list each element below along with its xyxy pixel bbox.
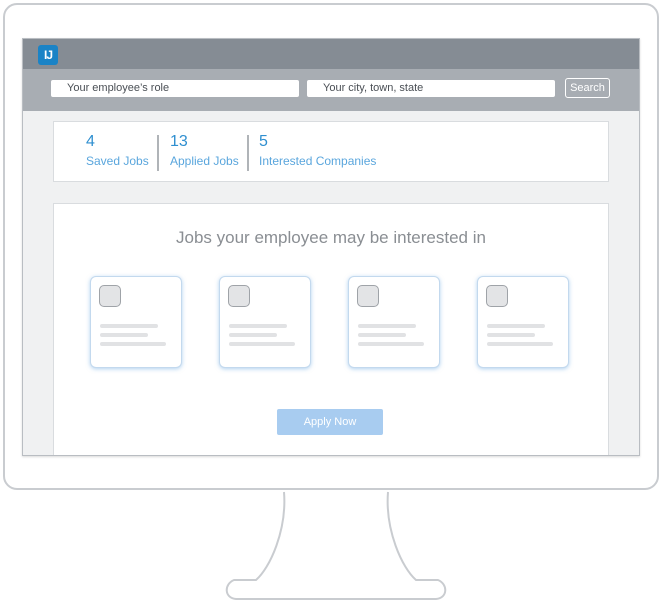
stat-value: 13 [170, 133, 188, 150]
stat-saved-jobs[interactable]: 4 Saved Jobs [86, 133, 149, 168]
placeholder-line [229, 342, 295, 346]
app-window: IJ Your employee’s role Your city, town,… [22, 38, 640, 456]
stats-panel: 4 Saved Jobs 13 Applied Jobs 5 Intereste… [53, 121, 609, 182]
job-card[interactable] [348, 276, 440, 368]
stat-divider [247, 135, 249, 171]
search-bar: Your employee’s role Your city, town, st… [23, 69, 639, 111]
placeholder-line [358, 333, 406, 337]
placeholder-line [100, 333, 148, 337]
placeholder-line [487, 342, 553, 346]
placeholder-line [229, 333, 277, 337]
apply-now-button[interactable]: Apply Now [277, 409, 383, 435]
placeholder-line [229, 324, 287, 328]
stat-label: Applied Jobs [170, 154, 239, 168]
company-thumb-icon [486, 285, 508, 307]
jobs-panel: Jobs your employee may be interested in … [53, 203, 609, 455]
stat-divider [157, 135, 159, 171]
placeholder-line [487, 333, 535, 337]
stat-label: Saved Jobs [86, 154, 149, 168]
stat-applied-jobs[interactable]: 13 Applied Jobs [170, 133, 239, 168]
role-input[interactable]: Your employee’s role [51, 80, 299, 97]
search-button[interactable]: Search [565, 78, 610, 98]
company-thumb-icon [99, 285, 121, 307]
placeholder-line [100, 342, 166, 346]
job-card[interactable] [219, 276, 311, 368]
stat-label: Interested Companies [259, 154, 377, 168]
company-thumb-icon [228, 285, 250, 307]
jobs-title: Jobs your employee may be interested in [176, 228, 486, 247]
job-card[interactable] [477, 276, 569, 368]
stat-value: 5 [259, 133, 268, 150]
stat-interested-companies[interactable]: 5 Interested Companies [259, 133, 376, 168]
placeholder-line [487, 324, 545, 328]
company-thumb-icon [357, 285, 379, 307]
title-bar: IJ [23, 39, 639, 69]
stat-value: 4 [86, 133, 95, 150]
job-card[interactable] [90, 276, 182, 368]
placeholder-line [358, 342, 424, 346]
placeholder-line [100, 324, 158, 328]
location-input[interactable]: Your city, town, state [307, 80, 555, 97]
brand-logo-icon[interactable]: IJ [38, 45, 58, 65]
placeholder-line [358, 324, 416, 328]
